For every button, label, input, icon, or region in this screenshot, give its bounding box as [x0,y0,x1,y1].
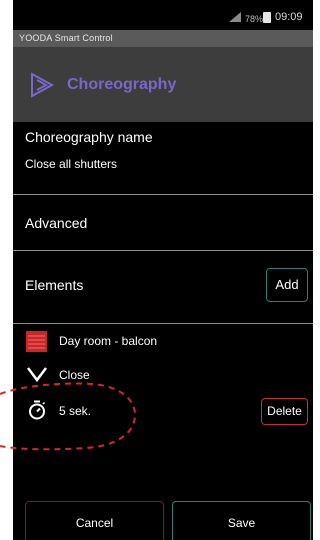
screen-title: Choreography [67,76,177,93]
signal-icon [229,12,241,22]
screen-header: Choreography [13,47,313,122]
divider [13,323,313,324]
choreography-name-label: Choreography name [25,129,153,145]
cancel-button[interactable]: Cancel [25,501,164,540]
divider [13,250,313,251]
shutter-icon [26,331,47,352]
play-outline-icon [31,72,55,98]
elements-label: Elements [25,277,84,293]
app-title: YOODA Smart Control [19,33,113,43]
divider [13,194,313,195]
status-bar: 78% 09:09 [13,0,313,30]
delete-element-button[interactable]: Delete [261,398,308,425]
save-button[interactable]: Save [172,501,311,540]
battery-icon [263,12,271,23]
element-room-label: Day room - balcon [59,334,158,348]
phone-screen: 78% 09:09 YOODA Smart Control Choreograp… [13,0,313,540]
advanced-label[interactable]: Advanced [25,215,87,231]
add-element-button[interactable]: Add [266,268,308,302]
status-time: 09:09 [275,11,303,23]
battery-percent: 78% [245,14,264,24]
choreography-name-value[interactable]: Close all shutters [25,157,117,171]
app-title-bar: YOODA Smart Control [13,30,313,47]
highlight-annotation [0,382,137,451]
